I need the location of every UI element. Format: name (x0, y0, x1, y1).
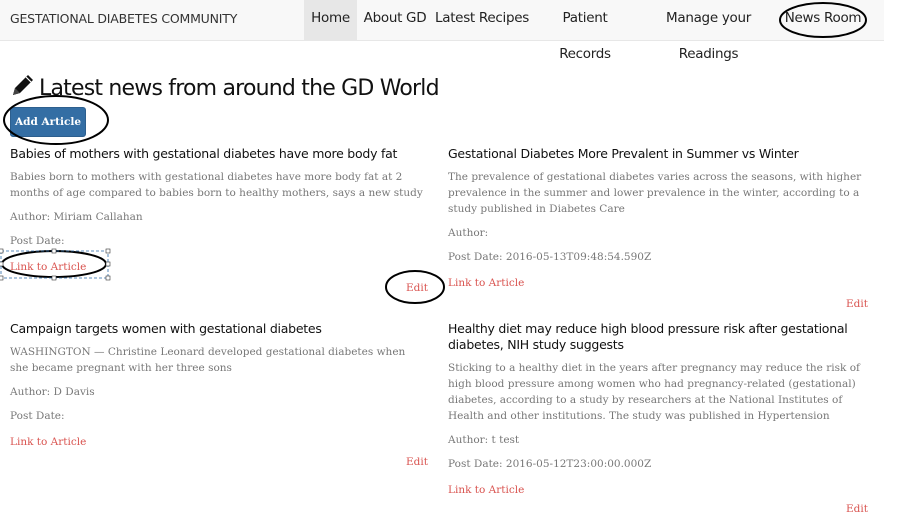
nav-about[interactable]: About GD (361, 0, 429, 40)
article-title: Campaign targets women with gestational … (10, 321, 322, 336)
article-author: Author: (448, 227, 489, 239)
edit-article-button[interactable]: Edit (846, 296, 868, 312)
nav-home[interactable]: Home (304, 0, 357, 40)
article-title: Gestational Diabetes More Prevalent in S… (448, 146, 799, 161)
pencil-icon (13, 75, 33, 95)
nav-manage-readings[interactable]: Manage your Readings (641, 0, 776, 62)
article-title: Babies of mothers with gestational diabe… (10, 146, 398, 161)
edit-article-button[interactable]: Edit (406, 454, 428, 470)
article-post-date: Post Date: 2016-05-12T23:00:00.000Z (448, 458, 652, 470)
article-card: Gestational Diabetes More Prevalent in S… (448, 146, 868, 291)
article-description: Sticking to a healthy diet in the years … (448, 362, 860, 422)
article-card: Healthy diet may reduce high blood press… (448, 321, 868, 498)
article-author: Author: Miriam Callahan (10, 211, 143, 223)
selection-handle (105, 275, 111, 281)
nav-patient-records[interactable]: Patient Records (535, 0, 635, 62)
article-description: WASHINGTON — Christine Leonard developed… (10, 346, 406, 374)
article-link[interactable]: Link to Article (448, 275, 524, 291)
nav-news-room[interactable]: News Room (783, 0, 863, 40)
selection-handle (0, 248, 4, 254)
article-post-date: Post Date: (10, 410, 65, 422)
add-article-button[interactable]: Add Article (10, 107, 86, 137)
article-card: Babies of mothers with gestational diabe… (10, 146, 425, 275)
article-link[interactable]: Link to Article (10, 434, 86, 450)
article-description: Babies born to mothers with gestational … (10, 171, 423, 199)
nav-latest-recipes[interactable]: Latest Recipes (434, 0, 530, 40)
page-title: Latest news from around the GD World (10, 72, 440, 106)
article-title: Healthy diet may reduce high blood press… (448, 321, 848, 352)
article-description: The prevalence of gestational diabetes v… (448, 171, 862, 215)
selection-handle (0, 261, 4, 267)
selection-handle (51, 275, 57, 281)
page-title-text: Latest news from around the GD World (39, 76, 440, 101)
article-post-date: Post Date: 2016-05-13T09:48:54.590Z (448, 251, 652, 263)
article-link[interactable]: Link to Article (448, 482, 524, 498)
edit-article-button[interactable]: Edit (846, 501, 868, 517)
article-author: Author: D Davis (10, 386, 95, 398)
site-brand[interactable]: GESTATIONAL DIABETES COMMUNITY (10, 11, 237, 26)
article-post-date: Post Date: (10, 235, 65, 247)
article-link[interactable]: Link to Article (10, 259, 86, 275)
edit-article-button[interactable]: Edit (406, 280, 428, 296)
article-card: Campaign targets women with gestational … (10, 321, 425, 450)
top-navbar: GESTATIONAL DIABETES COMMUNITY Home Abou… (0, 0, 884, 62)
selection-handle (0, 275, 4, 281)
article-author: Author: t test (448, 434, 520, 446)
